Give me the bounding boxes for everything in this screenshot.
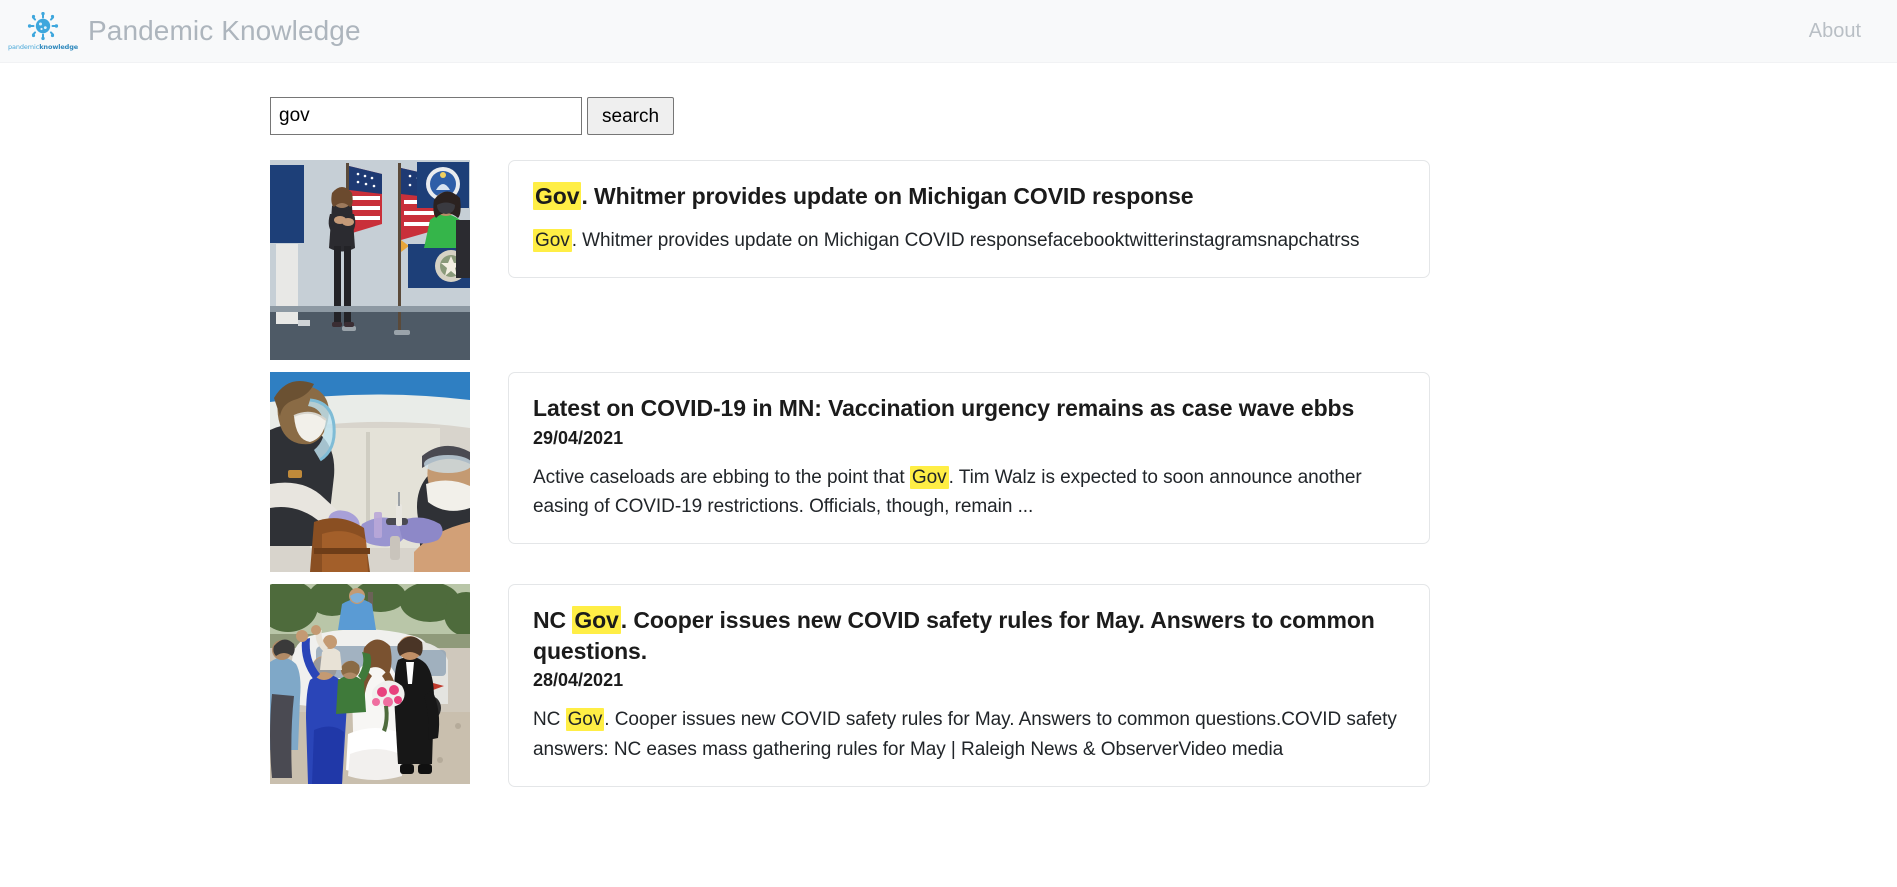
result-thumbnail[interactable] <box>270 584 470 784</box>
search-highlight: Gov <box>909 465 949 489</box>
result-card[interactable]: Latest on COVID-19 in MN: Vaccination ur… <box>508 372 1430 545</box>
nav-link-about[interactable]: About <box>1803 16 1867 47</box>
search-highlight: Gov <box>565 708 605 732</box>
result-title-rest: . Cooper issues new COVID safety rules f… <box>533 607 1375 664</box>
result-title-text: Latest on COVID-19 in MN: Vaccination ur… <box>533 395 1355 421</box>
search-highlight: Gov <box>572 606 621 634</box>
logo: pandemicknowledge <box>8 7 78 55</box>
result-title: Latest on COVID-19 in MN: Vaccination ur… <box>533 393 1405 424</box>
result-snippet-rest: . Cooper issues new COVID safety rules f… <box>533 709 1397 760</box>
result-item: Latest on COVID-19 in MN: Vaccination ur… <box>270 372 1430 572</box>
result-snippet: Gov. Whitmer provides update on Michigan… <box>533 226 1405 255</box>
result-title: Gov. Whitmer provides update on Michigan… <box>533 181 1405 212</box>
logo-word-knowledge: knowledge <box>39 42 79 51</box>
result-thumbnail[interactable] <box>270 372 470 572</box>
result-title-pre: NC <box>533 607 573 633</box>
vaccination-photo <box>270 372 470 572</box>
search-highlight: Gov <box>533 182 582 210</box>
result-date: 29/04/2021 <box>533 427 624 448</box>
result-title: NC Gov. Cooper issues new COVID safety r… <box>533 605 1405 666</box>
search-highlight: Gov <box>533 228 572 252</box>
brand-title: Pandemic Knowledge <box>88 15 361 46</box>
result-snippet-rest: . Whitmer provides update on Michigan CO… <box>571 229 1360 251</box>
result-snippet: Active caseloads are ebbing to the point… <box>533 463 1405 522</box>
result-item: NC Gov. Cooper issues new COVID safety r… <box>270 584 1430 788</box>
result-card[interactable]: Gov. Whitmer provides update on Michigan… <box>508 160 1430 279</box>
press-conference-photo <box>270 160 470 360</box>
search-input[interactable] <box>270 97 582 135</box>
search-form: search <box>270 97 1897 135</box>
result-date: 28/04/2021 <box>533 670 624 691</box>
result-card[interactable]: NC Gov. Cooper issues new COVID safety r… <box>508 584 1430 788</box>
result-thumbnail[interactable] <box>270 160 470 360</box>
result-item: Gov. Whitmer provides update on Michigan… <box>270 160 1430 360</box>
result-snippet-pre: Active caseloads are ebbing to the point… <box>533 466 910 488</box>
logo-wordmark: pandemicknowledge <box>8 43 78 51</box>
main-content: search <box>0 63 1897 788</box>
navbar-right: About <box>1803 16 1867 47</box>
wedding-photo <box>270 584 470 784</box>
search-results-list: Gov. Whitmer provides update on Michigan… <box>270 160 1430 788</box>
logo-word-pandemic: pandemic <box>7 42 40 51</box>
virus-icon <box>26 11 60 42</box>
brand-home-link[interactable]: pandemicknowledge Pandemic Knowledge <box>8 7 361 55</box>
navbar: pandemicknowledge Pandemic Knowledge Abo… <box>0 0 1897 63</box>
result-title-rest: . Whitmer provides update on Michigan CO… <box>581 183 1194 209</box>
search-button[interactable]: search <box>587 97 675 135</box>
result-snippet: NC Gov. Cooper issues new COVID safety r… <box>533 705 1405 764</box>
result-snippet-pre: NC <box>533 709 566 731</box>
